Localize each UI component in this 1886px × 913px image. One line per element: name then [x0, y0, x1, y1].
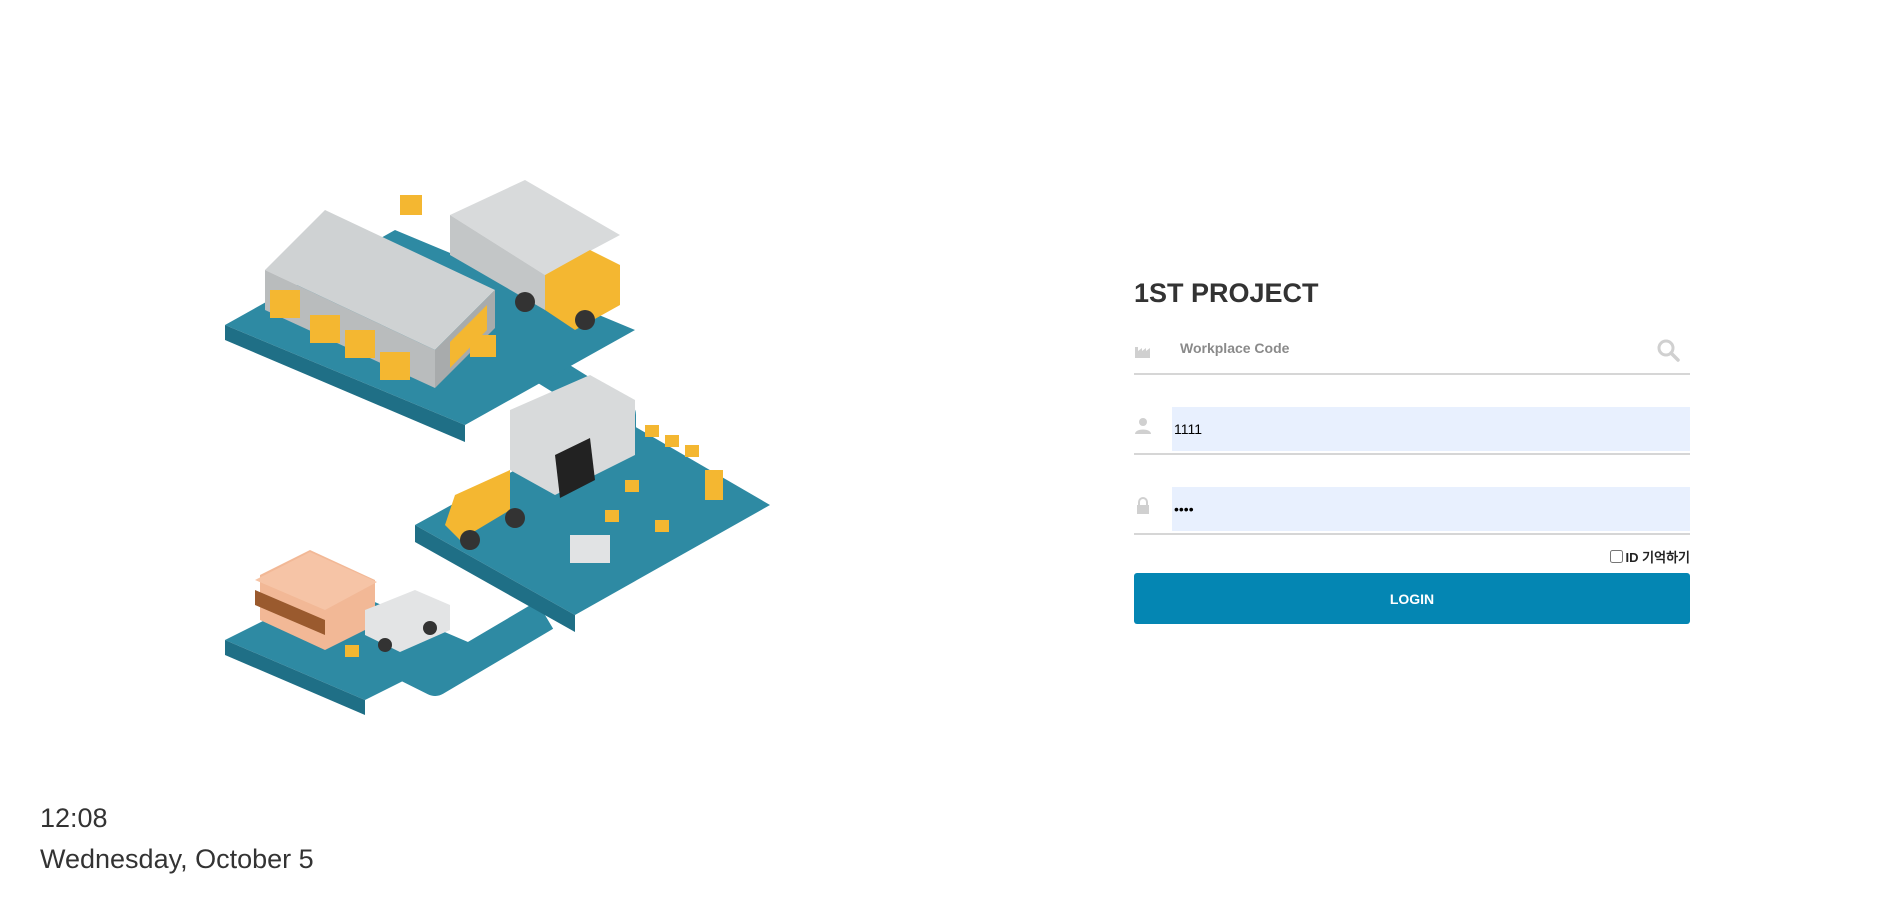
app-title: 1ST PROJECT — [1134, 278, 1319, 308]
login-form: 1ST PROJECT ID 기억하기 LOGIN — [1134, 276, 1690, 624]
password-field — [1134, 483, 1690, 535]
lock-icon — [1137, 497, 1149, 514]
password-input[interactable] — [1172, 487, 1690, 531]
remember-id-option: ID 기억하기 — [1134, 547, 1690, 565]
remember-id-label[interactable]: ID 기억하기 — [1626, 547, 1690, 566]
user-id-field — [1134, 403, 1690, 455]
user-icon — [1135, 418, 1151, 434]
factory-icon — [1135, 347, 1150, 358]
login-button[interactable]: LOGIN — [1134, 573, 1690, 624]
search-icon[interactable] — [1656, 338, 1680, 362]
user-id-input[interactable] — [1172, 407, 1690, 451]
clock-date: Wednesday, October 5 — [40, 844, 314, 874]
warehouse-logistics-illustration — [225, 180, 770, 715]
remember-id-checkbox[interactable] — [1609, 549, 1623, 563]
workplace-code-input[interactable] — [1172, 328, 1690, 368]
clock-time: 12:08 — [40, 803, 108, 833]
workplace-code-field — [1134, 328, 1690, 375]
